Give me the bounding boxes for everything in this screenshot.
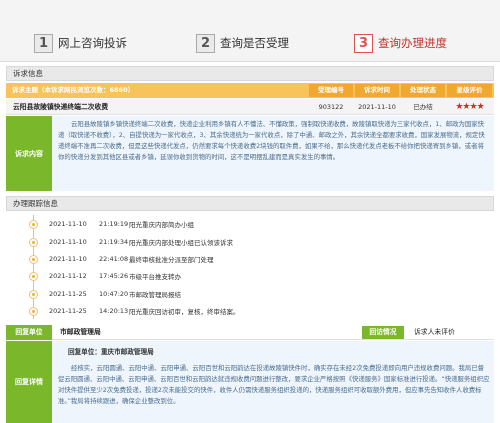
- reply-unit-label: 回复单位: [6, 325, 52, 340]
- reply-section: 回复单位 市邮政管理局 回访情况 诉求人未评价 回复详情 回复单位：重庆市邮政管…: [6, 325, 494, 423]
- petition-date: 2021-11-10: [358, 103, 396, 111]
- event-date: 2021-11-25: [49, 307, 87, 315]
- step-label: 网上咨询投诉: [58, 36, 127, 50]
- col-header-status: 处理状态: [401, 84, 445, 97]
- step-label: 查询办理进度: [378, 36, 447, 50]
- content-label: 诉求内容: [6, 116, 52, 191]
- reply-body: 回复详情 回复单位：重庆市邮政管理局 经核实，云阳圆通、云阳中通、云阳申通、云阳…: [6, 341, 494, 423]
- reply-unit: 市邮政管理局: [60, 328, 101, 336]
- progress-steps: 1 网上咨询投诉 2 查询是否受理 3 查询办理进度: [0, 0, 500, 62]
- petition-header: 诉求主题（本诉求网民浏览次数：6860） 受理编号 诉求时间 处理状态 星级评价: [6, 83, 494, 98]
- step-number: 3: [354, 33, 373, 53]
- step-online-complaint[interactable]: 1 网上咨询投诉: [34, 32, 127, 54]
- event-date: 2021-11-25: [49, 290, 87, 298]
- col-header-date: 诉求时间: [355, 84, 399, 97]
- petition-section-title: 诉求信息: [6, 66, 494, 81]
- reply-text: 经核实，云阳圆通、云阳中通、云阳申通、云阳百世和云阳韵达在投递故陵镇快件时，确实…: [58, 364, 490, 405]
- progress-timeline: 2021-11-10 21:19:19 阳光重庆内部简办小组 2021-11-1…: [6, 213, 494, 319]
- reply-unit-line: 回复单位：重庆市邮政管理局: [68, 348, 154, 356]
- step-check-progress[interactable]: 3 查询办理进度: [354, 32, 447, 54]
- timeline-item: 2021-11-10 22:41:08 最终审核批准分派至部门处理: [29, 252, 214, 266]
- timeline-item: 2021-11-10 21:19:19 阳光重庆内部简办小组: [29, 217, 194, 231]
- petition-row: 云阳县故陵镇快递终端二次收费 903122 2021-11-10 已办结 ★★★…: [6, 99, 494, 115]
- followup-value: 诉求人未评价: [414, 328, 455, 336]
- step-number: 2: [196, 33, 215, 53]
- reply-detail-label: 回复详情: [6, 341, 52, 423]
- step-label: 查询是否受理: [220, 36, 289, 50]
- content-text: 云阳县故陵镇乡镇快递终端二次收费，快递企业利用乡镇有人不懂法、不懂政策，强制取快…: [58, 120, 485, 161]
- col-header-rating: 星级评价: [447, 84, 492, 97]
- event-text: 市邮政管理局报结: [129, 291, 181, 299]
- event-date: 2021-11-10: [49, 238, 87, 246]
- timeline-dot-icon: [29, 306, 38, 316]
- event-time: 14:20:13: [99, 307, 129, 315]
- timeline-dot-icon: [29, 237, 38, 247]
- event-date: 2021-11-12: [49, 272, 87, 280]
- event-text: 阳光重庆内部处理小组已认领该诉求: [129, 239, 233, 247]
- col-header-id: 受理编号: [309, 84, 353, 97]
- petition-content: 诉求内容 云阳县故陵镇乡镇快递终端二次收费，快递企业利用乡镇有人不懂法、不懂政策…: [6, 116, 494, 191]
- event-date: 2021-11-10: [49, 255, 87, 263]
- rating-stars: ★★★★: [455, 102, 484, 112]
- petition-title: 云阳县故陵镇快递终端二次收费: [13, 103, 109, 111]
- event-text: 最终审核批准分派至部门处理: [129, 256, 214, 264]
- timeline-dot-icon: [29, 219, 38, 229]
- followup-label: 回访情况: [362, 326, 404, 339]
- event-time: 21:19:34: [99, 238, 129, 246]
- event-time: 10:47:20: [99, 290, 129, 298]
- event-text: 阳光重庆内部简办小组: [129, 221, 194, 229]
- event-time: 21:19:19: [99, 220, 129, 228]
- subject-label: 诉求主题（本诉求网民浏览次数：6860）: [12, 86, 135, 94]
- timeline-dot-icon: [29, 289, 38, 299]
- timeline-dot-icon: [29, 254, 38, 264]
- timeline-dot-icon: [29, 271, 38, 281]
- petition-status: 已办结: [413, 103, 433, 111]
- event-text: 市级平台推支转办: [129, 273, 181, 281]
- step-number: 1: [34, 33, 53, 53]
- reply-header: 回复单位 市邮政管理局 回访情况 诉求人未评价: [6, 325, 494, 340]
- event-time: 17:45:26: [99, 272, 129, 280]
- event-date: 2021-11-10: [49, 220, 87, 228]
- step-check-accepted[interactable]: 2 查询是否受理: [196, 32, 289, 54]
- timeline-item: 2021-11-12 17:45:26 市级平台推支转办: [29, 269, 181, 283]
- petition-id: 903122: [318, 103, 344, 111]
- progress-section-title: 办理跟踪信息: [6, 196, 494, 211]
- timeline-item: 2021-11-25 10:47:20 市邮政管理局报结: [29, 287, 181, 301]
- timeline-item: 2021-11-10 21:19:34 阳光重庆内部处理小组已认领该诉求: [29, 235, 233, 249]
- petition-table: 诉求主题（本诉求网民浏览次数：6860） 受理编号 诉求时间 处理状态 星级评价…: [6, 83, 494, 193]
- event-text: 阳光重庆回访初审，复核，终审结案。: [129, 308, 240, 316]
- event-time: 22:41:08: [99, 255, 129, 263]
- timeline-item: 2021-11-25 14:20:13 阳光重庆回访初审，复核，终审结案。: [29, 304, 240, 318]
